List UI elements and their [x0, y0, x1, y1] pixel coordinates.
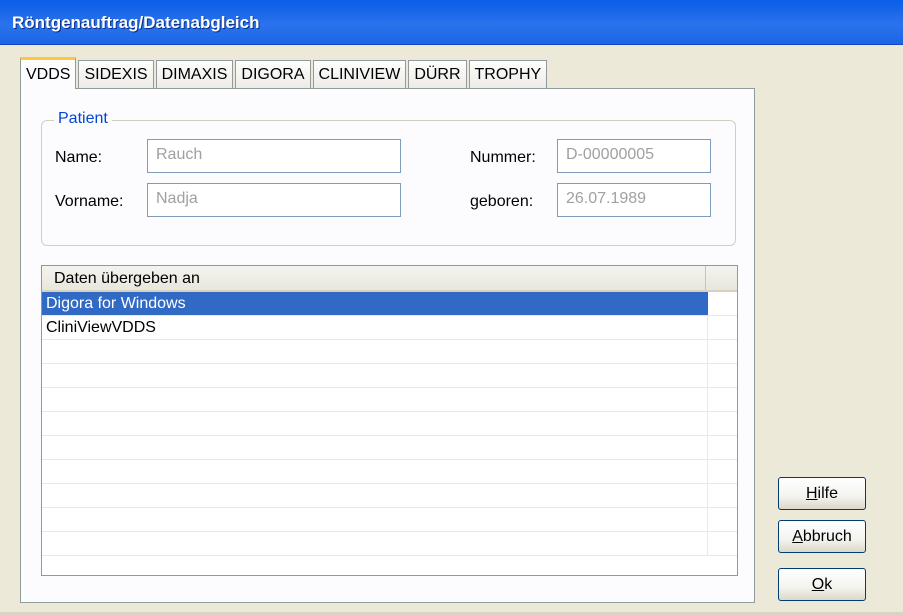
geboren-label: geboren:: [470, 193, 534, 210]
abbruch-label-rest: bbruch: [802, 527, 852, 545]
nummer-label: Nummer:: [470, 149, 536, 166]
empty-row: [42, 340, 737, 364]
geboren-field[interactable]: 26.07.1989: [557, 183, 711, 217]
tab-duerr[interactable]: DÜRR: [408, 60, 467, 88]
tab-dimaxis[interactable]: DIMAXIS: [155, 60, 234, 88]
grid-line: [707, 388, 708, 411]
grid-line: [707, 340, 708, 363]
list-item[interactable]: Digora for Windows: [42, 292, 737, 316]
list-header: Daten übergeben an: [42, 266, 737, 292]
vorname-field[interactable]: Nadja: [147, 183, 401, 217]
target-listview[interactable]: Daten übergeben an Digora for Windows Cl…: [41, 265, 738, 576]
tab-cliniview[interactable]: CLINIVIEW: [312, 60, 407, 88]
hilfe-button[interactable]: Hilfe: [778, 477, 866, 510]
empty-row: [42, 388, 737, 412]
list-item-label: CliniViewVDDS: [46, 319, 156, 336]
tab-vdds[interactable]: VDDS: [20, 57, 77, 89]
grid-line: [707, 532, 708, 555]
vorname-label: Vorname:: [55, 193, 124, 210]
grid-line: [707, 412, 708, 435]
window-title: Röntgenauftrag/Datenabgleich: [12, 13, 260, 32]
abbruch-button[interactable]: Abbruch: [778, 520, 866, 553]
empty-row: [42, 364, 737, 388]
column-header-daten-uebergeben-an[interactable]: Daten übergeben an: [42, 266, 706, 290]
list-item[interactable]: CliniViewVDDS: [42, 316, 737, 340]
name-label: Name:: [55, 149, 103, 166]
ok-mnemonic: O: [811, 575, 825, 593]
empty-row: [42, 484, 737, 508]
empty-row: [42, 436, 737, 460]
nummer-field[interactable]: D-00000005: [557, 139, 711, 173]
empty-row: [42, 508, 737, 532]
hilfe-label-rest: ilfe: [817, 484, 838, 502]
empty-row: [42, 412, 737, 436]
grid-line: [707, 460, 708, 483]
patient-group-label: Patient: [54, 110, 112, 128]
title-bar[interactable]: Röntgenauftrag/Datenabgleich: [0, 0, 903, 45]
tab-sidexis[interactable]: SIDEXIS: [78, 60, 154, 88]
tab-digora[interactable]: DIGORA: [235, 60, 311, 88]
grid-line: [707, 484, 708, 507]
empty-row: [42, 532, 737, 556]
hilfe-mnemonic: H: [805, 484, 818, 502]
abbruch-mnemonic: A: [792, 527, 803, 545]
grid-line: [707, 316, 708, 339]
name-field[interactable]: Rauch: [147, 139, 401, 173]
tab-panel-vdds: Patient Name: Rauch Vorname: Nadja Numme…: [20, 88, 755, 603]
grid-line: [707, 508, 708, 531]
patient-groupbox: Patient Name: Rauch Vorname: Nadja Numme…: [41, 110, 736, 246]
grid-line: [707, 436, 708, 459]
ok-label-rest: k: [824, 575, 833, 593]
ok-button[interactable]: Ok: [778, 568, 866, 601]
empty-row: [42, 460, 737, 484]
grid-line: [707, 364, 708, 387]
tab-strip: VDDS SIDEXIS DIMAXIS DIGORA CLINIVIEW DÜ…: [20, 56, 549, 89]
list-item-label: Digora for Windows: [42, 292, 708, 315]
tab-trophy[interactable]: TROPHY: [468, 60, 548, 88]
